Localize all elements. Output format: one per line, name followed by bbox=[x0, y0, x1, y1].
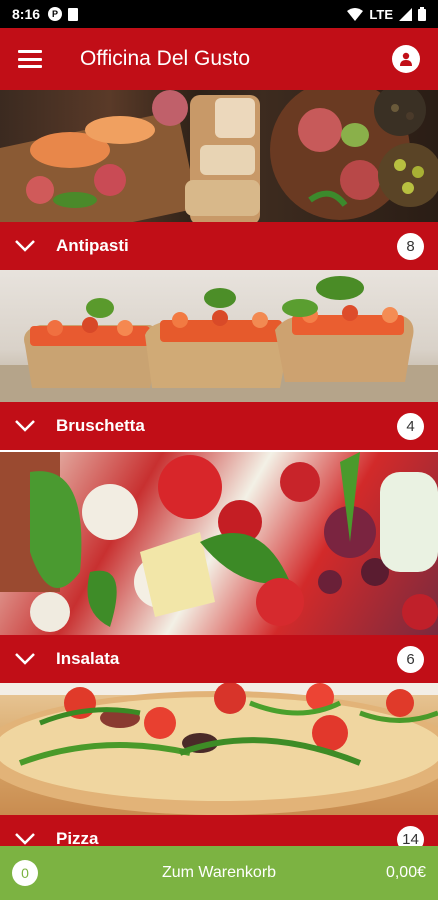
cart-button[interactable]: 0 Zum Warenkorb 0,00€ bbox=[0, 846, 438, 900]
app-bar: Officina Del Gusto bbox=[0, 28, 438, 90]
category-count-badge: 4 bbox=[397, 412, 424, 440]
category-image-antipasti bbox=[0, 90, 438, 222]
category-header-insalata[interactable]: Insalata 6 bbox=[0, 635, 438, 683]
category-name: Bruschetta bbox=[56, 416, 145, 435]
status-time: 8:16 bbox=[12, 6, 41, 22]
category-count-badge: 6 bbox=[397, 645, 424, 673]
hamburger-menu-icon[interactable] bbox=[18, 50, 42, 68]
chevron-down-icon bbox=[15, 653, 35, 665]
network-type: LTE bbox=[369, 6, 393, 22]
notification-icon: P bbox=[48, 7, 63, 21]
cart-label: Zum Warenkorb bbox=[161, 864, 277, 881]
category-image-pizza bbox=[0, 683, 438, 815]
chevron-down-icon bbox=[15, 420, 35, 432]
category-bruschetta[interactable]: Bruschetta 4 bbox=[0, 270, 438, 450]
category-header-antipasti[interactable]: Antipasti 8 bbox=[0, 222, 438, 270]
status-bar: 8:16 P LTE bbox=[0, 0, 438, 28]
page-title: Officina Del Gusto bbox=[80, 47, 251, 70]
account-icon[interactable] bbox=[392, 45, 420, 73]
category-image-insalata bbox=[0, 452, 438, 635]
cart-count-badge: 0 bbox=[12, 860, 38, 886]
chevron-down-icon bbox=[15, 833, 35, 845]
category-image-bruschetta bbox=[0, 270, 438, 402]
signal-icon bbox=[399, 7, 412, 21]
wifi-icon bbox=[347, 7, 364, 21]
sim-card-icon bbox=[68, 7, 79, 21]
category-pizza[interactable]: Pizza 14 bbox=[0, 683, 438, 863]
category-insalata[interactable]: Insalata 6 bbox=[0, 452, 438, 683]
category-name: Insalata bbox=[56, 649, 120, 668]
category-header-bruschetta[interactable]: Bruschetta 4 bbox=[0, 402, 438, 450]
category-antipasti[interactable]: Antipasti 8 bbox=[0, 90, 438, 270]
battery-icon bbox=[418, 7, 426, 21]
category-name: Antipasti bbox=[56, 236, 129, 255]
category-count-badge: 8 bbox=[397, 232, 424, 260]
cart-total: 0,00€ bbox=[385, 864, 426, 881]
chevron-down-icon bbox=[15, 240, 35, 252]
